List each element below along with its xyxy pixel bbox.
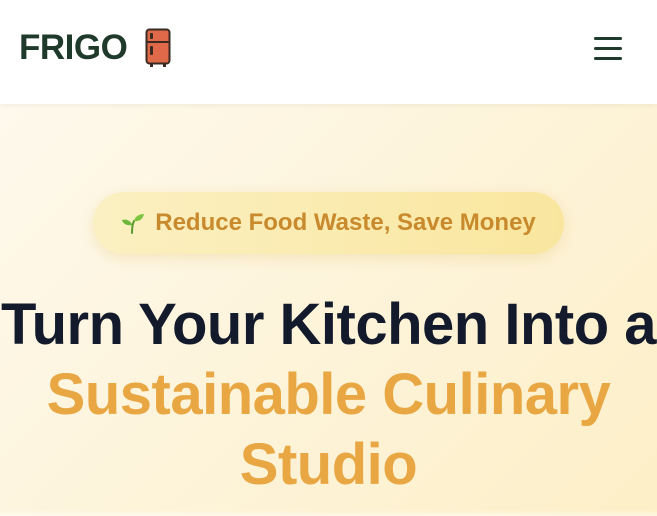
headline-line-2: Sustainable Culinary: [46, 362, 611, 427]
logo[interactable]: FRIGO: [19, 28, 171, 68]
badge-text: Reduce Food Waste, Save Money: [155, 209, 536, 236]
menu-bar-bottom: [594, 56, 622, 60]
headline-line-3: Studio: [239, 432, 418, 497]
section-divider: [0, 510, 657, 516]
sprout-icon: [121, 211, 145, 235]
hero-headline: Turn Your Kitchen Into a Sustainable Cul…: [0, 290, 657, 500]
menu-bar-top: [594, 36, 622, 40]
menu-bar-middle: [594, 46, 622, 50]
hero-section: Reduce Food Waste, Save Money Turn Your …: [0, 104, 657, 516]
site-header: FRIGO: [0, 0, 657, 104]
logo-text: FRIGO: [19, 28, 128, 67]
hamburger-menu-icon[interactable]: [590, 30, 626, 66]
fridge-icon: [145, 28, 171, 68]
headline-line-1: Turn Your Kitchen Into a: [1, 292, 657, 357]
badge: Reduce Food Waste, Save Money: [93, 192, 564, 254]
